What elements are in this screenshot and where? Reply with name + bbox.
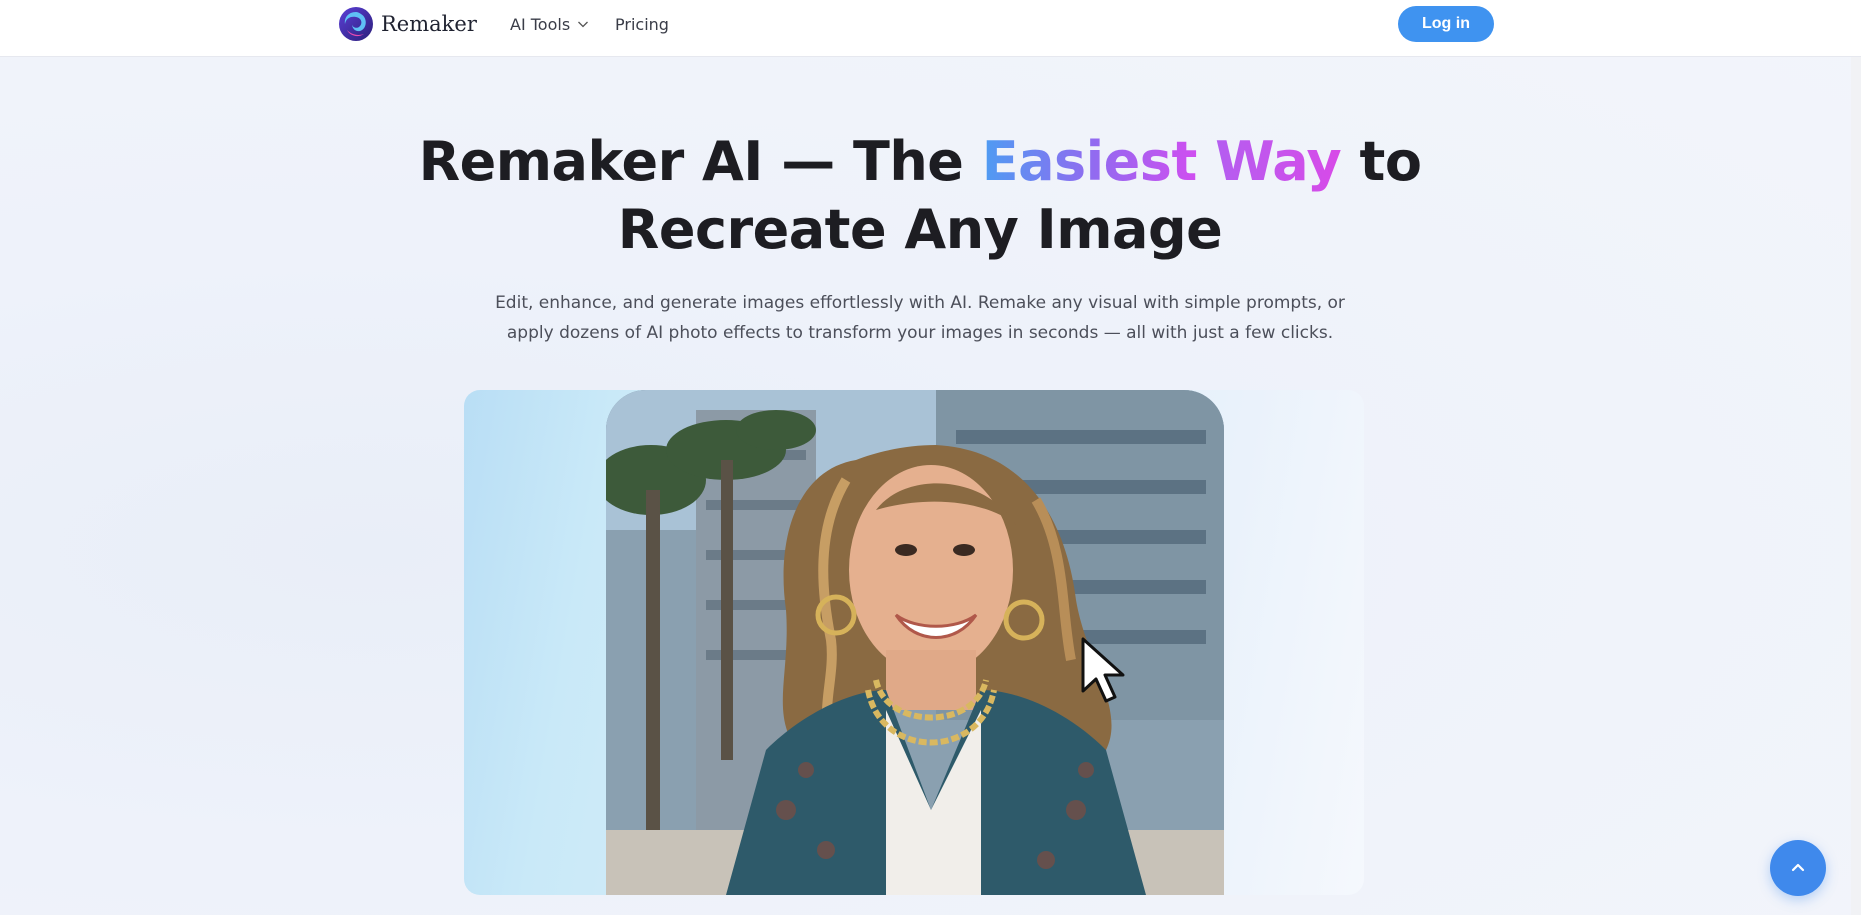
hero-subtitle: Edit, enhance, and generate images effor… [430, 288, 1410, 348]
page-scrollbar[interactable] [1851, 57, 1861, 915]
nav-pricing-label: Pricing [615, 14, 669, 34]
chevron-down-icon [578, 21, 589, 28]
hero-showcase [464, 390, 1364, 895]
brand-logo[interactable]: Remaker [338, 6, 477, 42]
nav-ai-tools-label: AI Tools [510, 14, 571, 34]
scroll-to-top-button[interactable] [1770, 840, 1826, 896]
remaker-logo-icon [339, 7, 373, 41]
nav-ai-tools[interactable]: AI Tools [510, 14, 589, 34]
login-button[interactable]: Log in [1398, 6, 1494, 42]
hero-title-line2: Recreate Any Image [617, 198, 1223, 261]
nav-pricing[interactable]: Pricing [615, 14, 669, 34]
hero-subtitle-line2: apply dozens of AI photo effects to tran… [506, 323, 1334, 343]
hero-title-part1: Remaker AI — The [418, 130, 982, 193]
brand-name: Remaker [381, 12, 477, 36]
hero-title-part2: to [1341, 130, 1422, 193]
chevron-up-icon [1791, 863, 1805, 872]
woman-portrait-image [606, 390, 1224, 895]
top-navbar: Remaker AI Tools Pricing Log in [0, 0, 1861, 57]
sample-photo [606, 390, 1224, 895]
mouse-pointer-icon [1081, 637, 1125, 703]
hero-title-highlight-way: Way [1215, 130, 1342, 193]
hero-title: Remaker AI — The Easiest Way to Recreate… [300, 128, 1540, 264]
hero-subtitle-line1: Edit, enhance, and generate images effor… [495, 293, 1345, 313]
hero-title-highlight-easiest: Easiest [981, 130, 1198, 193]
